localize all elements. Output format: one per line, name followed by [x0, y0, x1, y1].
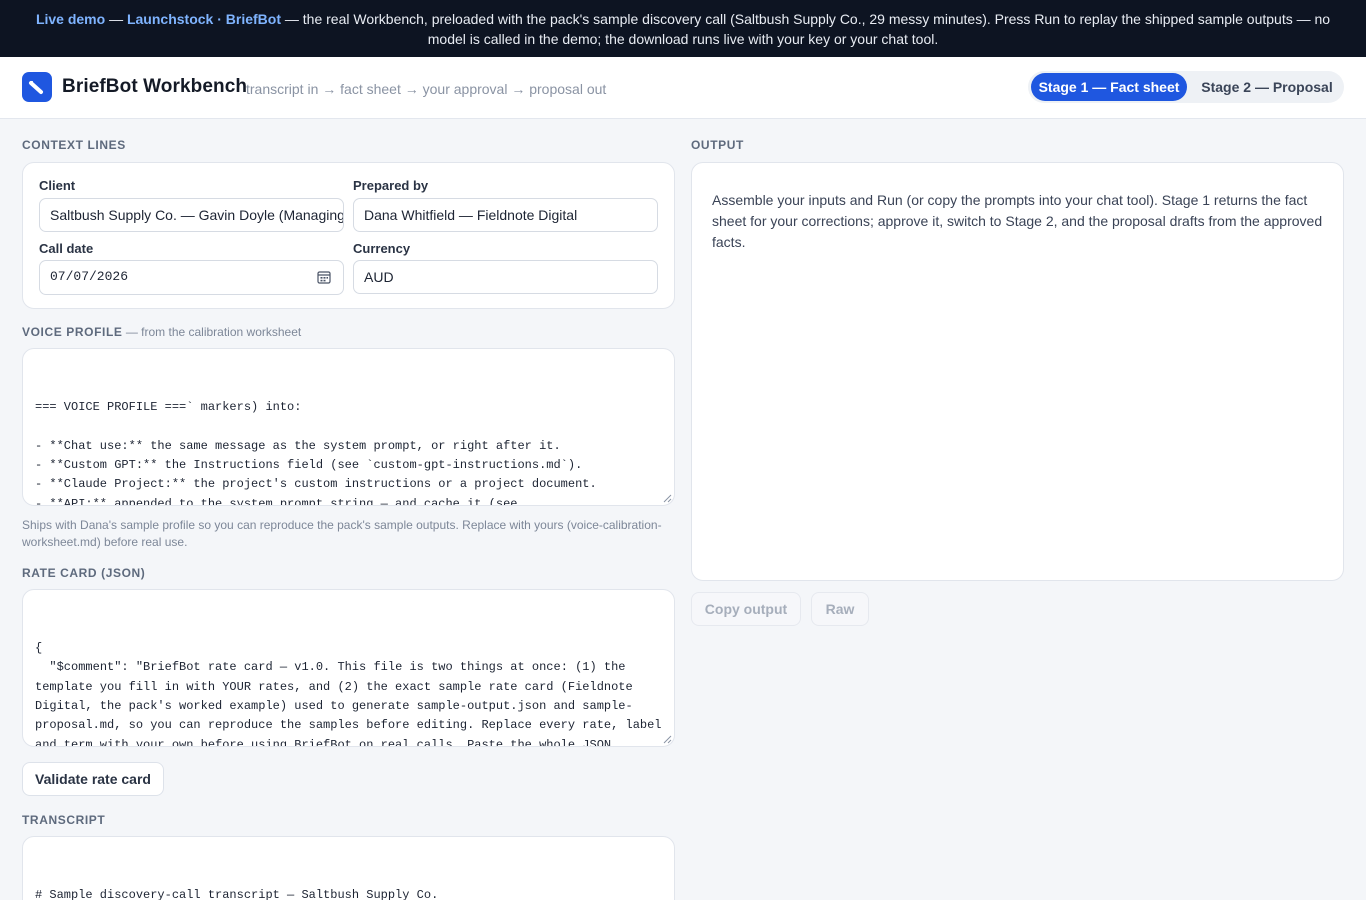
- output-placeholder-text: Assemble your inputs and Run (or copy th…: [712, 192, 1323, 250]
- call-date-input[interactable]: 07/07/2026: [39, 260, 344, 295]
- voice-section-subtitle: — from the calibration worksheet: [122, 325, 302, 339]
- resize-handle-icon[interactable]: [663, 735, 672, 744]
- banner-dash: —: [105, 11, 127, 27]
- transcript-section-label: TRANSCRIPT: [22, 813, 106, 827]
- client-input[interactable]: Saltbush Supply Co. — Gavin Doyle (Manag…: [39, 198, 344, 232]
- app-title: BriefBot Workbench: [62, 76, 248, 97]
- output-section-label: OUTPUT: [691, 138, 744, 152]
- transcript-textarea[interactable]: # Sample discovery-call transcript — Sal…: [22, 836, 675, 900]
- voice-profile-textarea[interactable]: === VOICE PROFILE ===` markers) into: - …: [22, 348, 675, 506]
- resize-handle-icon[interactable]: [663, 494, 672, 503]
- context-section-label: CONTEXT LINES: [22, 138, 126, 152]
- currency-label: Currency: [353, 241, 411, 256]
- copy-output-button[interactable]: Copy output: [691, 592, 801, 626]
- rate-card-text: { "$comment": "BriefBot rate card — v1.0…: [35, 640, 662, 747]
- call-date-value: 07/07/2026: [50, 269, 129, 284]
- banner-message: — the real Workbench, preloaded with the…: [281, 11, 1331, 47]
- voice-section-title: VOICE PROFILE: [22, 325, 123, 339]
- voice-profile-hint: Ships with Dana's sample profile so you …: [22, 518, 662, 549]
- transcript-text: # Sample discovery-call transcript — Sal…: [35, 887, 439, 900]
- prepared-by-label: Prepared by: [353, 178, 429, 193]
- validate-rate-card-button[interactable]: Validate rate card: [22, 762, 164, 796]
- raw-button[interactable]: Raw: [811, 592, 869, 626]
- currency-input[interactable]: AUD: [353, 260, 658, 294]
- app-header: BriefBot Workbench transcript in → fact …: [0, 57, 1366, 119]
- rate-card-textarea[interactable]: { "$comment": "BriefBot rate card — v1.0…: [22, 589, 675, 747]
- stage-switch: Stage 1 — Fact sheet Stage 2 — Proposal: [1028, 71, 1344, 103]
- live-demo-link[interactable]: Live demo: [36, 11, 105, 27]
- briefbot-link[interactable]: BriefBot: [226, 11, 281, 27]
- rate-card-section-label: RATE CARD (JSON): [22, 566, 146, 580]
- voice-section-label: VOICE PROFILE — from the calibration wor…: [22, 325, 301, 339]
- demo-banner: Live demo — Launchstock · BriefBot — the…: [0, 0, 1366, 57]
- banner-dot: ·: [213, 11, 226, 27]
- app-tagline: transcript in → fact sheet → your approv…: [246, 81, 607, 97]
- client-label: Client: [39, 178, 76, 193]
- voice-profile-text: === VOICE PROFILE ===` markers) into: - …: [35, 399, 597, 506]
- stage-2-button[interactable]: Stage 2 — Proposal: [1192, 73, 1342, 101]
- calendar-icon[interactable]: [317, 270, 331, 284]
- call-date-label: Call date: [39, 241, 94, 256]
- context-card: Client Saltbush Supply Co. — Gavin Doyle…: [22, 162, 675, 309]
- pen-icon: [22, 72, 52, 102]
- launchstock-link[interactable]: Launchstock: [127, 11, 213, 27]
- stage-1-button[interactable]: Stage 1 — Fact sheet: [1031, 73, 1187, 101]
- output-panel: Assemble your inputs and Run (or copy th…: [691, 162, 1344, 581]
- prepared-by-input[interactable]: Dana Whitfield — Fieldnote Digital: [353, 198, 658, 232]
